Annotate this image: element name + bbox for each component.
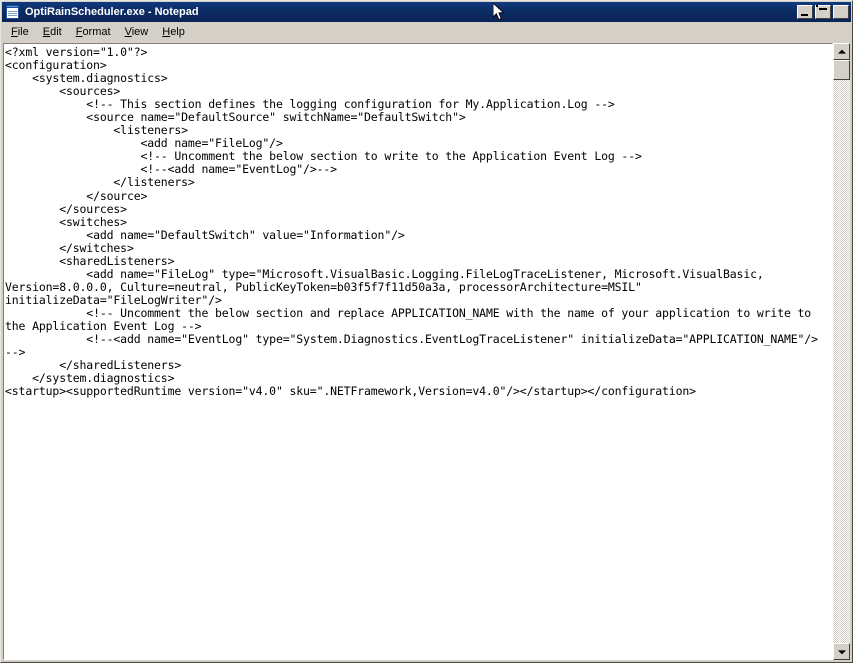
close-button[interactable]: [833, 5, 849, 19]
text-editor-viewport[interactable]: <?xml version="1.0"?> <configuration> <s…: [4, 44, 832, 659]
menu-item-file[interactable]: File: [4, 24, 36, 41]
menu-bar: File Edit Format View Help: [2, 23, 851, 42]
vertical-scrollbar-thumb[interactable]: [833, 60, 850, 80]
scroll-up-arrow-icon[interactable]: [833, 43, 850, 60]
vertical-scrollbar[interactable]: [833, 43, 850, 660]
menu-item-edit[interactable]: Edit: [36, 24, 69, 41]
menu-item-view[interactable]: View: [118, 24, 156, 41]
menu-edit-accesskey: E: [42, 26, 51, 38]
minimize-button[interactable]: [797, 5, 813, 19]
menu-edit-rest: dit: [50, 26, 62, 38]
menu-view-rest: iew: [131, 26, 149, 38]
notepad-icon: [5, 4, 21, 20]
menu-format-rest: ormat: [82, 26, 111, 38]
document-text[interactable]: <?xml version="1.0"?> <configuration> <s…: [4, 44, 828, 398]
notepad-window: OptiRainScheduler.exe - Notepad File Edi…: [0, 0, 853, 663]
menu-file-rest: ile: [17, 26, 29, 38]
text-editor-frame: <?xml version="1.0"?> <configuration> <s…: [3, 43, 833, 660]
menu-help-accesskey: H: [162, 26, 171, 38]
window-title: OptiRainScheduler.exe - Notepad: [25, 6, 199, 18]
menu-view-accesskey: V: [124, 26, 132, 38]
client-area: <?xml version="1.0"?> <configuration> <s…: [3, 43, 850, 660]
menu-file-accesskey: F: [11, 26, 18, 38]
menu-item-format[interactable]: Format: [69, 24, 118, 41]
title-bar[interactable]: OptiRainScheduler.exe - Notepad: [2, 2, 851, 22]
maximize-button[interactable]: [815, 5, 831, 19]
scroll-down-arrow-icon[interactable]: [833, 643, 850, 660]
window-controls: [797, 5, 849, 19]
menu-item-help[interactable]: Help: [155, 24, 192, 41]
menu-help-rest: elp: [170, 26, 185, 38]
vertical-scrollbar-track[interactable]: [833, 80, 850, 643]
